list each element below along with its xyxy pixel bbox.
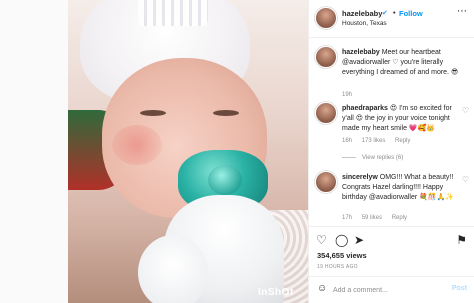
inshot-watermark: InShOt	[258, 287, 294, 298]
location-link[interactable]: Houston, Texas	[342, 20, 387, 27]
instagram-post-modal: InShOt hazelebaby ✔ • Follow Houston, Te…	[0, 0, 474, 303]
comment-text: sincerelyw OMG!!! What a beauty!! Congra…	[342, 173, 460, 204]
avatar[interactable]	[315, 102, 337, 124]
post-sidebar: hazelebaby ✔ • Follow Houston, Texas ⋯ h…	[308, 0, 474, 303]
caption-text: hazelebaby Meet our heartbeat @avadiorwa…	[342, 48, 460, 79]
comment-icon[interactable]: ◯	[335, 233, 348, 247]
avatar[interactable]	[315, 7, 337, 29]
header-username[interactable]: hazelebaby	[342, 9, 382, 18]
post-photo[interactable]	[68, 0, 308, 303]
comment-input[interactable]	[333, 283, 443, 297]
emoji-icon[interactable]: ☺	[317, 283, 327, 294]
pacifier-knob	[208, 165, 242, 195]
baby-eye-right	[213, 110, 239, 116]
comment-likes[interactable]: 59 likes	[362, 215, 382, 221]
avatar[interactable]	[315, 171, 337, 193]
caption-meta: 19h	[342, 92, 360, 98]
post-timestamp: 19 HOURS AGO	[317, 264, 358, 270]
view-count[interactable]: 354,655 views	[317, 251, 367, 260]
post-header: hazelebaby ✔ • Follow Houston, Texas ⋯	[309, 0, 474, 38]
comment-text: phaedraparks 😍 I'm so excited for y'all …	[342, 104, 460, 135]
baby-eye-left	[140, 110, 166, 116]
reply-button[interactable]: Reply	[395, 138, 410, 144]
comment-username[interactable]: phaedraparks	[342, 105, 388, 112]
separator-dot: •	[393, 8, 396, 17]
baby-cheek	[112, 125, 162, 165]
reply-button[interactable]: Reply	[392, 215, 407, 221]
post-actions: ♡ ◯ ➤ ⚑	[309, 226, 474, 250]
comment-meta: 17h 59 likes Reply	[342, 215, 415, 221]
caption-username[interactable]: hazelebaby	[342, 49, 380, 56]
comment-username[interactable]: sincerelyw	[342, 174, 378, 181]
avatar[interactable]	[315, 46, 337, 68]
caption-time: 19h	[342, 92, 353, 98]
bonnet-lace-trim	[138, 0, 208, 26]
more-options-icon[interactable]: ⋯	[457, 6, 467, 17]
save-icon[interactable]: ⚑	[456, 233, 467, 247]
comment-likes[interactable]: 173 likes	[362, 138, 386, 144]
white-plush-paw	[138, 235, 208, 303]
comment-time: 17h	[342, 215, 353, 221]
comments-list[interactable]: hazelebaby Meet our heartbeat @avadiorwa…	[309, 38, 474, 226]
like-icon[interactable]: ♡	[316, 233, 327, 247]
comment-meta: 16h 173 likes Reply	[342, 138, 418, 144]
post-comment-button[interactable]: Post	[452, 285, 467, 292]
follow-button[interactable]: Follow	[399, 9, 423, 18]
view-replies-button[interactable]: View replies (6)	[342, 155, 403, 161]
share-icon[interactable]: ➤	[354, 233, 364, 247]
comment-time: 16h	[342, 138, 353, 144]
comment-like-icon[interactable]: ♡	[462, 106, 469, 115]
comment-like-icon[interactable]: ♡	[462, 175, 469, 184]
add-comment-bar: ☺ Post	[309, 276, 474, 303]
verified-badge-icon: ✔	[382, 10, 388, 17]
